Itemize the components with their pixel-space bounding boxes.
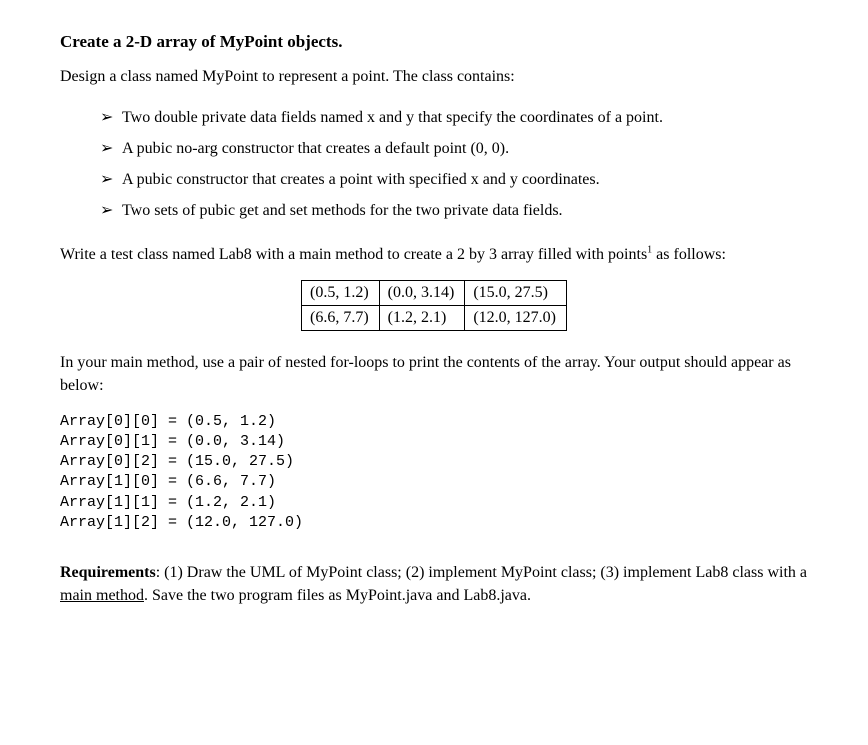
requirements-paragraph: Requirements: (1) Draw the UML of MyPoin… xyxy=(60,561,808,607)
output-line: Array[0][1] = (0.0, 3.14) xyxy=(60,433,285,450)
para1-text-b: as follows: xyxy=(652,246,726,263)
intro-text: Design a class named MyPoint to represen… xyxy=(60,65,808,88)
table-row: (6.6, 7.7) (1.2, 2.1) (12.0, 127.0) xyxy=(302,305,567,330)
list-item: Two sets of pubic get and set methods fo… xyxy=(100,199,808,222)
output-block: Array[0][0] = (0.5, 1.2) Array[0][1] = (… xyxy=(60,412,808,534)
list-item: A pubic constructor that creates a point… xyxy=(100,168,808,191)
list-item: A pubic no-arg constructor that creates … xyxy=(100,137,808,160)
requirements-label: Requirements xyxy=(60,564,156,581)
table-cell: (1.2, 2.1) xyxy=(379,305,465,330)
table-cell: (0.5, 1.2) xyxy=(302,280,380,305)
points-table: (0.5, 1.2) (0.0, 3.14) (15.0, 27.5) (6.6… xyxy=(301,280,567,331)
main-method-underline: main method xyxy=(60,587,144,604)
page-title: Create a 2-D array of MyPoint objects. xyxy=(60,30,808,55)
para1-text-a: Write a test class named Lab8 with a mai… xyxy=(60,246,647,263)
paragraph-test-class: Write a test class named Lab8 with a mai… xyxy=(60,243,808,266)
output-line: Array[1][1] = (1.2, 2.1) xyxy=(60,494,276,511)
table-cell: (6.6, 7.7) xyxy=(302,305,380,330)
requirements-text-a: : (1) Draw the UML of MyPoint class; (2)… xyxy=(156,564,807,581)
output-line: Array[1][2] = (12.0, 127.0) xyxy=(60,514,303,531)
table-row: (0.5, 1.2) (0.0, 3.14) (15.0, 27.5) xyxy=(302,280,567,305)
output-line: Array[0][0] = (0.5, 1.2) xyxy=(60,413,276,430)
requirements-text-b: . Save the two program files as MyPoint.… xyxy=(144,587,531,604)
list-item: Two double private data fields named x a… xyxy=(100,106,808,129)
output-line: Array[0][2] = (15.0, 27.5) xyxy=(60,453,294,470)
output-line: Array[1][0] = (6.6, 7.7) xyxy=(60,473,276,490)
paragraph-output-desc: In your main method, use a pair of neste… xyxy=(60,351,808,397)
bullet-list: Two double private data fields named x a… xyxy=(60,106,808,223)
table-cell: (15.0, 27.5) xyxy=(465,280,567,305)
table-cell: (12.0, 127.0) xyxy=(465,305,567,330)
table-cell: (0.0, 3.14) xyxy=(379,280,465,305)
